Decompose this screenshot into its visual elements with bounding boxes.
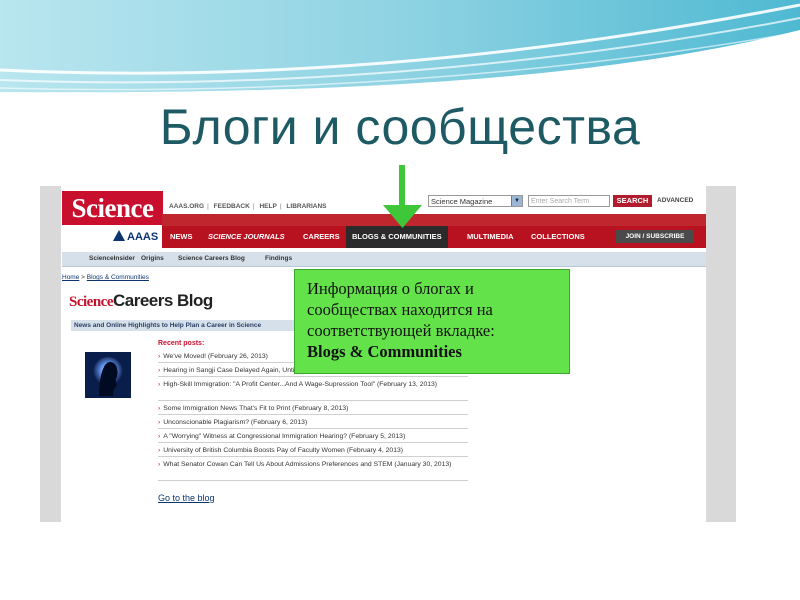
advanced-search-link[interactable]: ADVANCED — [657, 197, 693, 204]
bullet-arrow-icon: › — [158, 353, 161, 360]
post-link[interactable]: Some Immigration News That's Fit to Prin… — [163, 405, 348, 412]
breadcrumb-current[interactable]: Blogs & Communities — [87, 274, 149, 281]
blog-logo-text: Careers Blog — [112, 291, 213, 310]
bullet-arrow-icon: › — [158, 405, 161, 412]
callout-bold-text: Blogs & Communities — [307, 342, 462, 361]
list-item[interactable]: › High-Skill Immigration: "A Profit Cente… — [158, 380, 468, 401]
post-link[interactable]: University of British Columbia Boosts Pa… — [163, 447, 403, 454]
post-link[interactable]: We've Moved! (February 26, 2013) — [163, 353, 268, 360]
bullet-arrow-icon: › — [158, 419, 161, 426]
join-subscribe-button[interactable]: JOIN / SUBSCRIBE — [616, 230, 694, 243]
sub-nav: ScienceInsider Origins Science Careers B… — [62, 252, 706, 267]
info-callout: Информация о блогах и сообществах находи… — [294, 269, 570, 374]
subnav-scienceinsider[interactable]: ScienceInsider — [89, 252, 135, 266]
bullet-arrow-icon: › — [158, 433, 161, 440]
header-wave-decoration — [0, 0, 800, 93]
aaas-triangle-icon — [113, 230, 125, 241]
nav-multimedia[interactable]: MULTIMEDIA — [467, 226, 514, 248]
nav-news[interactable]: NEWS — [170, 226, 193, 248]
list-item[interactable]: › University of British Columbia Boosts P… — [158, 446, 468, 457]
utility-bar: ALERTS | ACCESS RIGHTS | SIGN IN — [162, 214, 706, 250]
list-item[interactable]: › Some Immigration News That's Fit to Pri… — [158, 404, 468, 415]
blog-logo-brand: Science — [69, 294, 113, 310]
recent-posts-label: Recent posts: — [158, 340, 205, 347]
bullet-arrow-icon: › — [158, 461, 161, 468]
subnav-origins[interactable]: Origins — [141, 252, 164, 266]
search-input[interactable]: Enter Search Term — [528, 195, 610, 207]
top-link-aaas[interactable]: AAAS.ORG — [169, 203, 204, 210]
top-link-help[interactable]: HELP — [259, 203, 276, 210]
breadcrumb-home[interactable]: Home — [62, 274, 79, 281]
list-item[interactable]: › A "Worrying" Witness at Congressional I… — [158, 432, 468, 443]
head-silhouette-icon — [85, 352, 131, 398]
careers-blog-logo[interactable]: ScienceCareers Blog — [69, 291, 213, 311]
arrow-down-icon — [383, 165, 422, 228]
list-item[interactable]: › What Senator Cowan Can Tell Us About Ad… — [158, 460, 468, 481]
blog-thumbnail-image[interactable] — [85, 352, 131, 398]
list-item[interactable]: › Unconscionable Plagiarism? (February 6,… — [158, 418, 468, 429]
aaas-logo[interactable]: AAAS — [113, 230, 161, 246]
nav-collections[interactable]: COLLECTIONS — [531, 226, 585, 248]
slide-title: Блоги и сообщества — [159, 99, 641, 155]
science-logo[interactable]: Science — [62, 191, 163, 225]
subnav-findings[interactable]: Findings — [265, 252, 292, 266]
top-link-librarians[interactable]: LIBRARIANS — [286, 203, 326, 210]
bullet-arrow-icon: › — [158, 447, 161, 454]
subnav-careers-blog[interactable]: Science Careers Blog — [178, 252, 245, 266]
post-link[interactable]: A "Worrying" Witness at Congressional Im… — [163, 433, 405, 440]
search-scope-value: Science Magazine — [431, 197, 493, 206]
breadcrumb: Home > Blogs & Communities — [62, 274, 149, 281]
blog-tagline: News and Online Highlights to Help Plan … — [71, 320, 297, 331]
nav-science-journals[interactable]: SCIENCE JOURNALS — [208, 226, 285, 248]
top-links: AAAS.ORG | FEEDBACK | HELP | LIBRARIANS — [169, 203, 327, 210]
search-button[interactable]: SEARCH — [613, 195, 652, 207]
nav-careers[interactable]: CAREERS — [303, 226, 340, 248]
chevron-down-icon: ▼ — [511, 196, 522, 206]
callout-text: Информация о блогах и сообществах находи… — [307, 279, 495, 340]
post-link[interactable]: High-Skill Immigration: "A Profit Center… — [163, 381, 437, 388]
post-link[interactable]: What Senator Cowan Can Tell Us About Adm… — [163, 461, 451, 468]
breadcrumb-sep: > — [79, 274, 87, 281]
bullet-arrow-icon: › — [158, 381, 161, 388]
go-to-blog-link[interactable]: Go to the blog — [158, 493, 215, 503]
bullet-arrow-icon: › — [158, 367, 161, 374]
top-link-feedback[interactable]: FEEDBACK — [214, 203, 250, 210]
aaas-logo-text: AAAS — [127, 231, 159, 243]
search-scope-select[interactable]: Science Magazine ▼ — [428, 195, 523, 207]
post-link[interactable]: Unconscionable Plagiarism? (February 6, … — [163, 419, 307, 426]
